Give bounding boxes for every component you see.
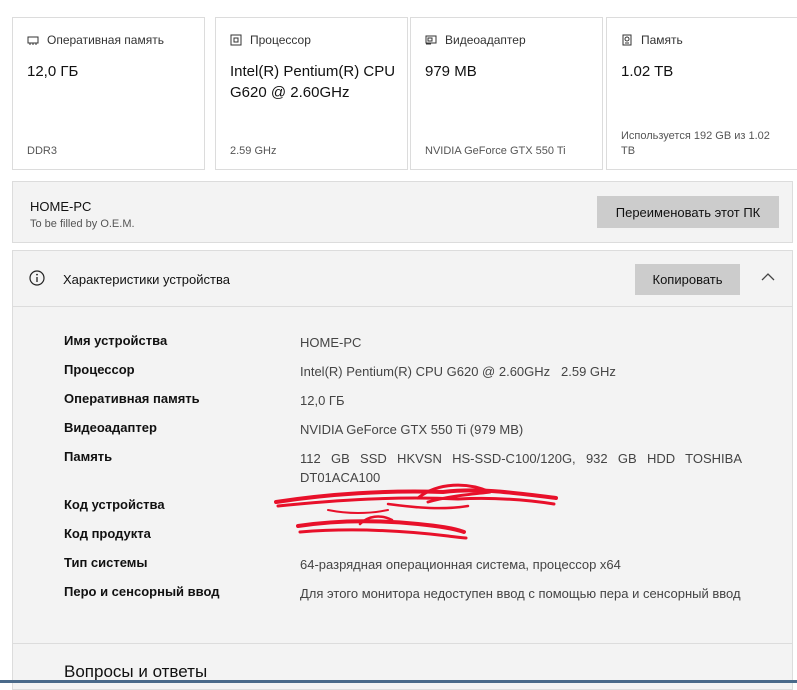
card-subtext: NVIDIA GeForce GTX 550 Ti [425,145,566,157]
spec-label: Код продукта [64,526,151,541]
spec-value: NVIDIA GeForce GTX 550 Ti (979 MB) [300,422,524,437]
device-specs-panel: Характеристики устройства Копировать Имя… [12,250,793,690]
info-icon [29,270,45,286]
chevron-up-icon[interactable] [761,270,775,284]
card-value: 1.02 TB [621,63,674,80]
memory-icon [27,36,39,45]
processor-icon [230,34,242,46]
spec-label: Тип системы [64,555,148,570]
pc-name: HOME-PC [30,199,92,214]
summary-cards: Оперативная память 12,0 ГБ DDR3 Процессо… [12,17,797,172]
card-gpu: Видеоадаптер 979 MB NVIDIA GeForce GTX 5… [410,17,603,170]
card-title: Оперативная память [47,33,164,47]
card-subtext: DDR3 [27,145,57,157]
spec-label: Имя устройства [64,333,168,348]
spec-value: 64-разрядная операционная система, проце… [300,557,621,572]
card-storage: Память 1.02 TB Используется 192 GB из 1.… [606,17,797,170]
spec-label: Процессор [64,362,135,377]
device-specs-header[interactable]: Характеристики устройства Копировать [13,251,792,307]
spec-value: Для этого монитора недоступен ввод с пом… [300,586,741,601]
storage-icon [622,34,632,46]
card-value: 979 MB [425,63,477,80]
copy-button[interactable]: Копировать [635,264,740,295]
spec-value: HOME-PC [300,335,362,350]
device-specs-title: Характеристики устройства [63,272,230,287]
card-title: Видеоадаптер [445,33,526,47]
spec-label: Оперативная память [64,391,200,406]
section-divider [13,643,792,644]
spec-label: Перо и сенсорный ввод [64,584,220,599]
card-value: 12,0 ГБ [27,63,79,80]
pc-oem: To be filled by O.E.M. [30,218,135,230]
spec-value: 112 GB SSD HKVSN HS-SSD-C100/120G, 932 G… [300,451,742,485]
faq-heading[interactable]: Вопросы и ответы [64,662,207,682]
gpu-icon [425,35,437,45]
spec-label: Код устройства [64,497,165,512]
spec-label: Память [64,449,113,464]
card-value: Intel(R) Pentium(R) CPU G620 @ 2.60GHz [230,63,396,101]
spec-label: Видеоадаптер [64,420,157,435]
card-processor: Процессор Intel(R) Pentium(R) CPU G620 @… [215,17,408,170]
card-title: Процессор [250,33,311,47]
rename-pc-button[interactable]: Переименовать этот ПК [597,196,779,228]
card-title: Память [641,33,683,47]
card-subtext: Используется 192 GB из 1.02 TB [621,130,770,157]
pc-name-bar: HOME-PC To be filled by O.E.M. Переимено… [12,181,793,243]
card-subtext: 2.59 GHz [230,145,277,157]
card-ram: Оперативная память 12,0 ГБ DDR3 [12,17,205,170]
spec-value: Intel(R) Pentium(R) CPU G620 @ 2.60GHz 2… [300,364,616,379]
spec-value: 12,0 ГБ [300,393,345,408]
